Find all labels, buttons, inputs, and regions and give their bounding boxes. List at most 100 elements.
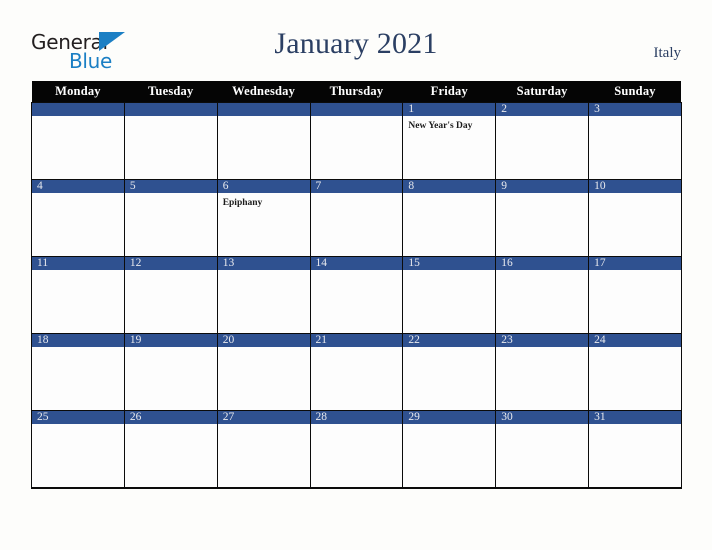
day-cell[interactable]: 3 xyxy=(588,102,682,179)
day-cell[interactable]: 1 New Year's Day xyxy=(402,102,497,179)
day-events xyxy=(403,270,495,274)
day-cell-content: 6 Epiphany xyxy=(217,179,310,256)
page-header: General Blue January 2021 Italy xyxy=(0,0,712,81)
day-number-bar: 8 xyxy=(403,179,496,193)
day-cell[interactable]: 5 xyxy=(123,179,218,256)
day-cell-content: 13 xyxy=(217,256,310,333)
day-cell-content: 15 xyxy=(403,256,496,333)
day-events: New Year's Day xyxy=(403,116,495,132)
day-cell[interactable]: 2 xyxy=(495,102,590,179)
day-cell[interactable]: 7 xyxy=(309,179,404,256)
day-cell[interactable]: 15 xyxy=(402,256,497,333)
day-events xyxy=(589,424,681,428)
day-number-bar: 19 xyxy=(124,333,217,347)
day-events xyxy=(311,193,403,197)
day-cell[interactable]: 19 xyxy=(123,333,218,410)
day-events xyxy=(218,116,310,120)
day-events xyxy=(32,347,124,351)
day-cell[interactable]: 28 xyxy=(309,410,404,489)
day-number: 9 xyxy=(501,180,507,192)
day-events xyxy=(32,424,124,428)
day-number: 16 xyxy=(501,257,513,269)
day-cell-content: 19 xyxy=(124,333,217,410)
day-number-bar: 28 xyxy=(310,410,403,424)
day-number-bar xyxy=(310,102,403,116)
day-events xyxy=(311,270,403,274)
day-events xyxy=(218,347,310,351)
day-cell[interactable]: 14 xyxy=(309,256,404,333)
day-cell-content: 16 xyxy=(496,256,589,333)
day-cell[interactable]: 30 xyxy=(495,410,590,489)
day-cell[interactable]: 9 xyxy=(495,179,590,256)
day-cell-content: 11 xyxy=(32,256,124,333)
weekday-header-friday: Friday xyxy=(402,81,496,102)
day-cell[interactable]: 4 xyxy=(31,179,125,256)
day-number: 10 xyxy=(594,180,606,192)
day-events xyxy=(589,270,681,274)
day-cell-content xyxy=(124,102,217,179)
day-cell-content: 27 xyxy=(217,410,310,487)
day-cell[interactable]: 20 xyxy=(216,333,311,410)
holiday-label: Epiphany xyxy=(222,198,263,208)
day-cell-content: 22 xyxy=(403,333,496,410)
day-events xyxy=(218,424,310,428)
day-events xyxy=(403,424,495,428)
day-cell[interactable]: 26 xyxy=(123,410,218,489)
day-cell[interactable]: 24 xyxy=(588,333,682,410)
day-cell[interactable]: 25 xyxy=(31,410,125,489)
day-number-bar: 30 xyxy=(496,410,589,424)
day-number: 21 xyxy=(315,334,328,346)
day-events xyxy=(32,193,124,197)
day-events xyxy=(589,347,681,351)
day-cell[interactable]: 8 xyxy=(402,179,497,256)
weekday-header-wednesday: Wednesday xyxy=(217,81,311,102)
empty-day-cell xyxy=(31,102,125,179)
day-cell-content: 17 xyxy=(589,256,681,333)
day-events xyxy=(311,116,403,120)
day-cell[interactable]: 11 xyxy=(31,256,125,333)
day-cell[interactable]: 23 xyxy=(495,333,590,410)
day-number-bar: 3 xyxy=(589,102,681,116)
day-cell-content: 3 xyxy=(589,102,681,179)
day-events xyxy=(496,116,588,120)
day-number-bar: 25 xyxy=(32,410,124,424)
day-cell[interactable]: 6 Epiphany xyxy=(216,179,311,256)
day-number-bar xyxy=(32,102,124,116)
day-events xyxy=(403,193,495,197)
day-number: 24 xyxy=(594,334,606,346)
day-number: 5 xyxy=(129,180,136,192)
day-cell[interactable]: 13 xyxy=(216,256,311,333)
day-number: 12 xyxy=(129,257,142,269)
day-cell[interactable]: 27 xyxy=(216,410,311,489)
day-number-bar: 22 xyxy=(403,333,496,347)
day-number-bar: 4 xyxy=(32,179,124,193)
day-number-bar: 2 xyxy=(496,102,589,116)
day-cell[interactable]: 17 xyxy=(588,256,682,333)
day-cell[interactable]: 18 xyxy=(31,333,125,410)
day-number-bar: 24 xyxy=(589,333,681,347)
day-number-bar: 5 xyxy=(124,179,217,193)
day-number: 8 xyxy=(408,180,415,192)
page-title: January 2021 xyxy=(274,27,438,60)
day-cell-content: 7 xyxy=(310,179,403,256)
empty-day-cell xyxy=(123,102,218,179)
day-cell[interactable]: 10 xyxy=(588,179,682,256)
calendar-week-row: 1 New Year's Day 2 3 xyxy=(31,102,682,179)
day-cell[interactable]: 16 xyxy=(495,256,590,333)
day-number-bar: 7 xyxy=(310,179,403,193)
day-number: 17 xyxy=(594,257,606,269)
day-cell[interactable]: 21 xyxy=(309,333,404,410)
day-cell[interactable]: 29 xyxy=(402,410,497,489)
day-events xyxy=(496,270,588,274)
day-cell[interactable]: 12 xyxy=(123,256,218,333)
day-number-bar xyxy=(217,102,310,116)
day-cell-content: 5 xyxy=(124,179,217,256)
day-number-bar xyxy=(124,102,217,116)
day-cell-content: 29 xyxy=(403,410,496,487)
day-number: 31 xyxy=(594,411,606,423)
day-cell[interactable]: 31 xyxy=(588,410,682,489)
day-cell-content: 4 xyxy=(32,179,124,256)
day-events xyxy=(125,116,217,120)
day-number-bar: 13 xyxy=(217,256,310,270)
day-cell[interactable]: 22 xyxy=(402,333,497,410)
